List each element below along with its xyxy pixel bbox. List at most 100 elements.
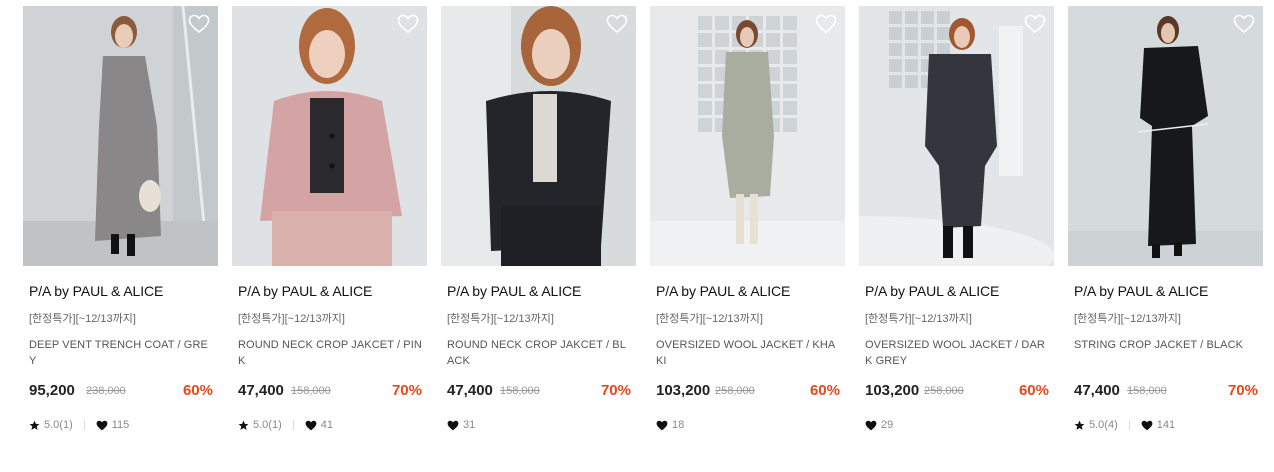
original-price: 258,000	[715, 385, 755, 397]
sale-price: 47,400	[447, 382, 493, 399]
product-name[interactable]: STRING CROP JACKET / BLACK	[1074, 337, 1260, 371]
likes: 29	[865, 419, 893, 431]
divider	[83, 420, 85, 430]
discount-rate: 60%	[1018, 382, 1049, 399]
sale-price: 103,200	[656, 382, 711, 399]
price-row: 95,200 238,000 60%	[29, 382, 213, 402]
meta-row: 31	[447, 418, 475, 432]
product-image[interactable]	[650, 6, 845, 266]
product-photo	[23, 6, 218, 266]
product-promo: [한정특가][~12/13까지]	[447, 313, 554, 325]
product-image[interactable]	[441, 6, 636, 266]
product-card[interactable]: P/A by PAUL & ALICE [한정특가][~12/13까지] ROU…	[441, 6, 636, 431]
discount-rate: 70%	[1227, 382, 1258, 399]
likes-count: 41	[320, 419, 333, 431]
product-brand[interactable]: P/A by PAUL & ALICE	[29, 283, 218, 299]
product-promo: [한정특가][~12/13까지]	[238, 313, 345, 325]
heart-filled-icon	[1141, 420, 1153, 431]
meta-row: 5.0(4) 141	[1074, 418, 1175, 432]
star-icon	[238, 420, 249, 431]
divider	[1128, 420, 1130, 430]
product-promo: [한정특가][~12/13까지]	[656, 313, 763, 325]
price-row: 47,400 158,000 70%	[238, 382, 422, 402]
likes-count: 115	[111, 419, 130, 431]
original-price: 158,000	[291, 385, 331, 397]
likes-count: 31	[463, 419, 476, 431]
likes-count: 29	[881, 419, 894, 431]
product-card[interactable]: P/A by PAUL & ALICE [한정특가][~12/13까지] DEE…	[23, 6, 218, 431]
product-brand[interactable]: P/A by PAUL & ALICE	[447, 283, 636, 299]
likes-count: 18	[672, 419, 685, 431]
heart-filled-icon	[656, 420, 668, 431]
meta-row: 5.0(1) 115	[29, 418, 129, 432]
product-photo	[859, 6, 1054, 266]
meta-row: 5.0(1) 41	[238, 418, 333, 432]
product-promo: [한정특가][~12/13까지]	[29, 313, 136, 325]
product-card[interactable]: P/A by PAUL & ALICE [한정특가][~12/13까지] OVE…	[859, 6, 1054, 431]
original-price: 258,000	[924, 385, 964, 397]
meta-row: 18	[656, 418, 684, 432]
price-row: 103,200 258,000 60%	[656, 382, 840, 402]
product-brand[interactable]: P/A by PAUL & ALICE	[656, 283, 845, 299]
rating-value: 5.0(4)	[1089, 419, 1118, 431]
price-row: 47,400 158,000 70%	[1074, 382, 1258, 402]
likes: 141	[1141, 419, 1175, 431]
likes: 41	[305, 419, 333, 431]
wishlist-heart-icon[interactable]	[606, 14, 628, 34]
wishlist-heart-icon[interactable]	[397, 14, 419, 34]
likes-count: 141	[1156, 419, 1176, 431]
product-name[interactable]: OVERSIZED WOOL JACKET / KHAKI	[656, 337, 842, 371]
product-photo	[232, 6, 427, 266]
meta-row: 29	[865, 418, 893, 432]
heart-filled-icon	[305, 420, 317, 431]
product-photo	[1068, 6, 1263, 266]
product-name[interactable]: OVERSIZED WOOL JACKET / DARK GREY	[865, 337, 1051, 371]
heart-filled-icon	[447, 420, 459, 431]
likes: 31	[447, 419, 475, 431]
sale-price: 95,200	[29, 382, 75, 399]
product-name[interactable]: DEEP VENT TRENCH COAT / GREY	[29, 337, 215, 371]
product-brand[interactable]: P/A by PAUL & ALICE	[238, 283, 427, 299]
star-icon	[1074, 420, 1085, 431]
product-photo	[650, 6, 845, 266]
rating-value: 5.0(1)	[44, 419, 73, 431]
likes: 115	[96, 419, 130, 431]
product-image[interactable]	[1068, 6, 1263, 266]
product-name[interactable]: ROUND NECK CROP JAKCET / PINK	[238, 337, 424, 371]
price-row: 47,400 158,000 70%	[447, 382, 631, 402]
discount-rate: 60%	[182, 382, 213, 399]
sale-price: 47,400	[238, 382, 284, 399]
product-promo: [한정특가][~12/13까지]	[1074, 313, 1181, 325]
discount-rate: 70%	[600, 382, 631, 399]
wishlist-heart-icon[interactable]	[1233, 14, 1255, 34]
product-photo	[441, 6, 636, 266]
original-price: 238,000	[86, 385, 126, 397]
sale-price: 47,400	[1074, 382, 1120, 399]
product-image[interactable]	[232, 6, 427, 266]
likes: 18	[656, 419, 684, 431]
product-card[interactable]: P/A by PAUL & ALICE [한정특가][~12/13까지] OVE…	[650, 6, 845, 431]
rating-value: 5.0(1)	[253, 419, 282, 431]
rating: 5.0(1)	[238, 419, 282, 431]
original-price: 158,000	[1127, 385, 1167, 397]
discount-rate: 60%	[809, 382, 840, 399]
heart-filled-icon	[96, 420, 108, 431]
product-name[interactable]: ROUND NECK CROP JAKCET / BLACK	[447, 337, 633, 371]
product-brand[interactable]: P/A by PAUL & ALICE	[1074, 283, 1263, 299]
product-image[interactable]	[859, 6, 1054, 266]
divider	[292, 420, 294, 430]
rating: 5.0(1)	[29, 419, 73, 431]
heart-filled-icon	[865, 420, 877, 431]
product-grid: P/A by PAUL & ALICE [한정특가][~12/13까지] DEE…	[0, 0, 1274, 472]
rating: 5.0(4)	[1074, 419, 1118, 431]
sale-price: 103,200	[865, 382, 920, 399]
product-brand[interactable]: P/A by PAUL & ALICE	[865, 283, 1054, 299]
wishlist-heart-icon[interactable]	[1024, 14, 1046, 34]
product-card[interactable]: P/A by PAUL & ALICE [한정특가][~12/13까지] ROU…	[232, 6, 427, 431]
wishlist-heart-icon[interactable]	[188, 14, 210, 34]
product-card[interactable]: P/A by PAUL & ALICE [한정특가][~12/13까지] STR…	[1068, 6, 1263, 431]
wishlist-heart-icon[interactable]	[815, 14, 837, 34]
price-row: 103,200 258,000 60%	[865, 382, 1049, 402]
product-image[interactable]	[23, 6, 218, 266]
star-icon	[29, 420, 40, 431]
